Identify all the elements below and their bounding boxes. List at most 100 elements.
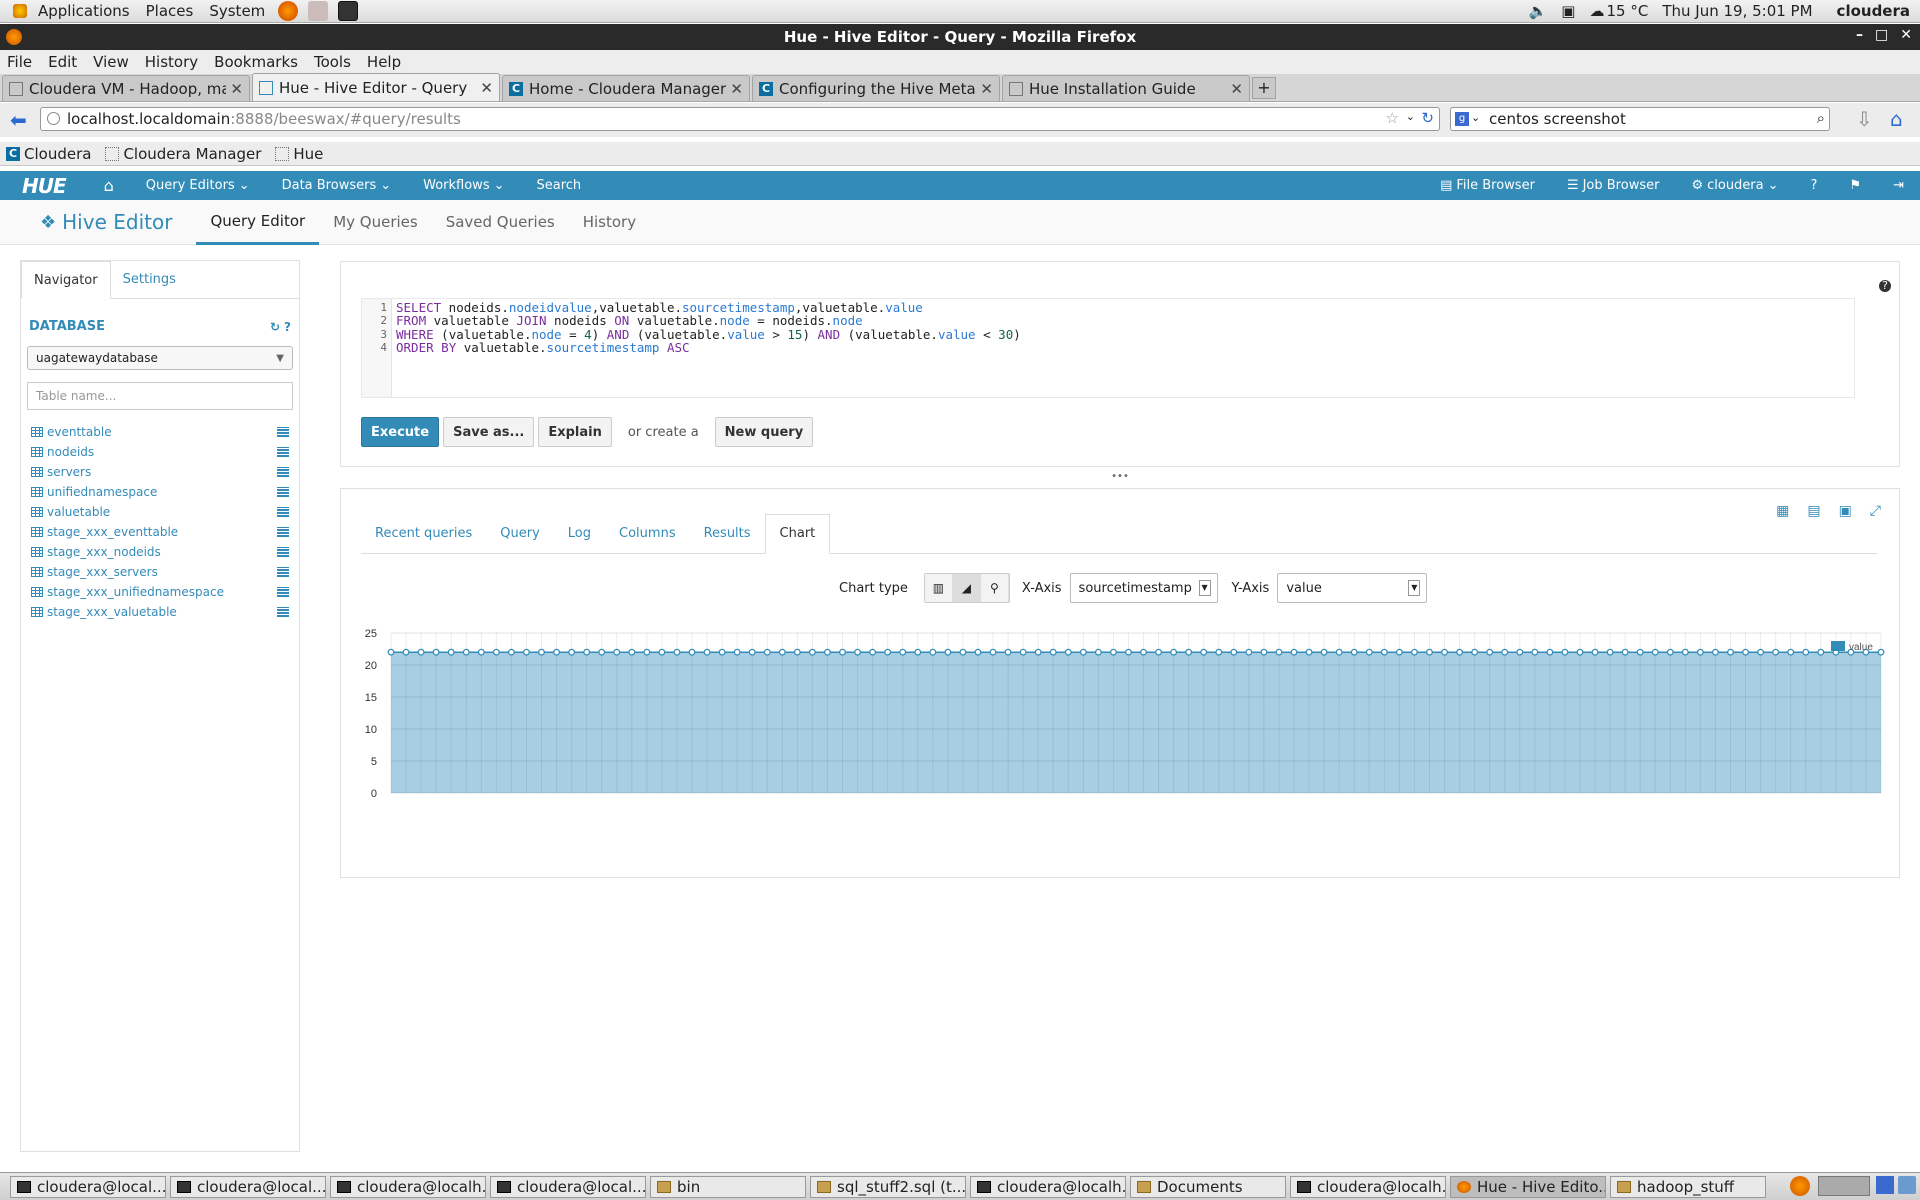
search-binoculars-icon[interactable]: ⌕ xyxy=(1817,109,1825,127)
taskbar-button[interactable]: cloudera@localh... xyxy=(330,1175,486,1198)
show-desktop-icon[interactable] xyxy=(1876,1176,1894,1194)
list-columns-icon[interactable] xyxy=(277,467,289,477)
list-columns-icon[interactable] xyxy=(277,547,289,557)
menu-tools[interactable]: Tools xyxy=(307,53,360,71)
table-item[interactable]: stage_xxx_servers xyxy=(21,562,299,582)
mail-launcher-icon[interactable] xyxy=(308,1,329,21)
menu-bookmarks[interactable]: Bookmarks xyxy=(207,53,307,71)
user-menu[interactable]: cloudera xyxy=(1837,2,1910,20)
nav-job-browser[interactable]: ☰ Job Browser xyxy=(1551,178,1676,193)
help-icon[interactable]: ? xyxy=(1879,280,1891,292)
places-menu[interactable]: Places xyxy=(138,2,202,20)
minimize-icon[interactable]: – xyxy=(1856,27,1863,43)
search-engine-dropdown-icon[interactable]: ⌄ xyxy=(1471,111,1480,124)
url-bar[interactable]: localhost.localdomain:8888/beeswax/#quer… xyxy=(40,107,1440,131)
menu-history[interactable]: History xyxy=(138,53,207,71)
save-as-button[interactable]: Save as... xyxy=(443,417,535,447)
bookmark-hue[interactable]: Hue xyxy=(275,145,323,163)
table-item[interactable]: servers xyxy=(21,462,299,482)
bar-chart-icon[interactable]: ▥ xyxy=(924,574,953,602)
tab-close-icon[interactable]: ✕ xyxy=(1230,80,1243,98)
tab-close-icon[interactable]: ✕ xyxy=(980,80,993,98)
browser-tab[interactable]: C Home - Cloudera Manager ✕ xyxy=(502,75,750,101)
bookmark-star-icon[interactable]: ☆ xyxy=(1386,109,1399,127)
table-item[interactable]: stage_xxx_valuetable xyxy=(21,602,299,622)
menu-view[interactable]: View xyxy=(86,53,138,71)
nav-search[interactable]: Search xyxy=(521,178,598,193)
map-marker-icon[interactable]: ⚲ xyxy=(980,574,1009,602)
refresh-icon[interactable]: ↻ xyxy=(270,320,280,334)
network-icon[interactable]: ▣ xyxy=(1561,2,1575,20)
site-identity-icon[interactable] xyxy=(47,112,60,125)
subnav-my-queries[interactable]: My Queries xyxy=(319,200,432,245)
tab-results[interactable]: Results xyxy=(690,515,765,553)
table-item[interactable]: stage_xxx_nodeids xyxy=(21,542,299,562)
table-item[interactable]: valuetable xyxy=(21,502,299,522)
browser-tab[interactable]: Hue Installation Guide ✕ xyxy=(1002,75,1250,101)
nav-file-browser[interactable]: ▤ File Browser xyxy=(1424,178,1551,193)
list-columns-icon[interactable] xyxy=(277,527,289,537)
home-icon[interactable]: ⌂ xyxy=(1890,107,1903,131)
sql-code-editor[interactable]: 1234 SELECT nodeids.nodeidvalue,valuetab… xyxy=(361,298,1855,398)
database-select[interactable]: uagatewaydatabase ▼ xyxy=(27,346,293,370)
subnav-query-editor[interactable]: Query Editor xyxy=(196,200,320,245)
new-tab-icon[interactable]: + xyxy=(1252,77,1276,99)
taskbar-button[interactable]: bin xyxy=(650,1175,806,1198)
maximize-icon[interactable]: □ xyxy=(1875,27,1888,43)
applications-menu[interactable]: Applications xyxy=(0,2,138,20)
list-columns-icon[interactable] xyxy=(277,487,289,497)
help-icon[interactable]: ? xyxy=(1795,178,1834,193)
execute-button[interactable]: Execute xyxy=(361,417,440,447)
taskbar-button[interactable]: cloudera@local... xyxy=(170,1175,326,1198)
tab-columns[interactable]: Columns xyxy=(605,515,690,553)
table-item[interactable]: eventtable xyxy=(21,422,299,442)
nav-workflows[interactable]: Workflows ⌄ xyxy=(407,178,520,193)
tab-recent-queries[interactable]: Recent queries xyxy=(361,515,486,553)
taskbar-button[interactable]: hadoop_stuff xyxy=(1610,1175,1766,1198)
subnav-history[interactable]: History xyxy=(569,200,650,245)
hive-editor-brand[interactable]: ❖ Hive Editor xyxy=(0,210,196,234)
x-axis-select[interactable]: sourcetimestamp ▼ xyxy=(1069,573,1218,603)
taskbar-button[interactable]: cloudera@localh... xyxy=(1290,1175,1446,1198)
list-columns-icon[interactable] xyxy=(277,507,289,517)
nav-query-editors[interactable]: Query Editors ⌄ xyxy=(130,178,266,193)
tab-close-icon[interactable]: ✕ xyxy=(480,79,493,97)
terminal-launcher-icon[interactable] xyxy=(338,1,359,21)
clock[interactable]: Thu Jun 19, 5:01 PM xyxy=(1662,2,1812,20)
subnav-saved-queries[interactable]: Saved Queries xyxy=(432,200,569,245)
taskbar-button[interactable]: cloudera@local... xyxy=(490,1175,646,1198)
taskbar-button[interactable]: sql_stuff2.sql (t... xyxy=(810,1175,966,1198)
reload-icon[interactable]: ↻ xyxy=(1421,109,1434,127)
tab-close-icon[interactable]: ✕ xyxy=(730,80,743,98)
help-icon[interactable]: ? xyxy=(284,320,291,334)
url-dropdown-icon[interactable]: ⌄ xyxy=(1406,110,1415,123)
table-item[interactable]: stage_xxx_unifiednamespace xyxy=(21,582,299,602)
new-query-button[interactable]: New query xyxy=(714,417,814,447)
back-arrow-icon[interactable]: ⬅ xyxy=(10,108,27,132)
line-chart-icon[interactable]: ◢ xyxy=(952,574,981,602)
tab-query[interactable]: Query xyxy=(486,515,554,553)
firefox-launcher-icon[interactable] xyxy=(278,1,299,21)
table-item[interactable]: nodeids xyxy=(21,442,299,462)
taskbar-button[interactable]: cloudera@localh... xyxy=(970,1175,1126,1198)
search-bar[interactable]: g ⌄ centos screenshot ⌕ xyxy=(1450,107,1830,131)
close-icon[interactable]: ✕ xyxy=(1900,27,1912,43)
tab-navigator[interactable]: Navigator xyxy=(21,261,111,299)
bookmark-cloudera-manager[interactable]: Cloudera Manager xyxy=(105,145,261,163)
list-columns-icon[interactable] xyxy=(277,447,289,457)
table-item[interactable]: unifiednamespace xyxy=(21,482,299,502)
downloads-icon[interactable]: ⇩ xyxy=(1856,107,1873,131)
table-item[interactable]: stage_xxx_eventtable xyxy=(21,522,299,542)
menu-help[interactable]: Help xyxy=(360,53,410,71)
explain-button[interactable]: Explain xyxy=(538,417,612,447)
sign-out-icon[interactable]: ⇥ xyxy=(1877,178,1920,193)
taskbar-button[interactable]: Hue - Hive Edito... xyxy=(1450,1175,1606,1198)
taskbar-button[interactable]: Documents xyxy=(1130,1175,1286,1198)
nav-user-menu[interactable]: ⚙ cloudera ⌄ xyxy=(1675,178,1794,193)
tab-log[interactable]: Log xyxy=(554,515,605,553)
trash-icon[interactable] xyxy=(1898,1176,1916,1194)
tab-settings[interactable]: Settings xyxy=(111,261,188,298)
panel-resize-handle[interactable]: ••• xyxy=(340,472,1900,482)
flag-icon[interactable]: ⚑ xyxy=(1833,178,1877,193)
google-search-engine-icon[interactable]: g xyxy=(1455,112,1469,126)
